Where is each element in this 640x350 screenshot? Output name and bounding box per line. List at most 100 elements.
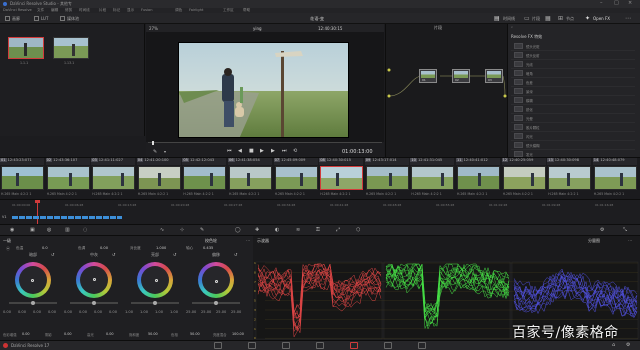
openfx-button[interactable]: Open FX bbox=[593, 16, 610, 21]
nodes-icon[interactable]: ⊞ bbox=[558, 15, 563, 22]
tab-media-pool[interactable]: 媒体池 bbox=[67, 16, 79, 22]
step-forward-icon[interactable]: ▶ bbox=[271, 148, 275, 154]
wheel-value[interactable]: 0.00 bbox=[33, 310, 41, 314]
clip-thumbnail[interactable]: 08 12:40:30:015 H.265 Main 4:2:2 1 bbox=[319, 158, 364, 200]
clip-thumbnail[interactable]: 07 12:45:09:009 H.265 Main 4:2:2 1 bbox=[273, 158, 319, 200]
scope-settings-icon[interactable]: ⚙ bbox=[600, 227, 604, 233]
footer-value[interactable]: 100.00 bbox=[232, 332, 244, 336]
nodes-button[interactable]: 节点 bbox=[566, 16, 574, 22]
clip-thumbnail[interactable]: 01 12:43:23:071 H.265 Main 4:2:2 1 bbox=[0, 158, 45, 200]
qualifier-icon[interactable]: ✎ bbox=[200, 227, 204, 233]
dropdown-icon[interactable]: ▾ bbox=[164, 149, 166, 154]
fx-item[interactable]: 光线 bbox=[511, 60, 635, 69]
contrast-value[interactable]: 1.000 bbox=[156, 246, 166, 250]
loop-icon[interactable]: ⟲ bbox=[293, 148, 297, 154]
media-pool-icon[interactable] bbox=[60, 16, 65, 21]
tracker-icon[interactable]: ✚ bbox=[255, 227, 259, 233]
clip-thumbnail[interactable]: 12 12:40:25:059 H.265 Main 4:2:2 1 bbox=[501, 158, 547, 200]
wheel-master-slider[interactable] bbox=[9, 301, 57, 305]
gallery-icon[interactable] bbox=[5, 16, 10, 21]
reset-icon[interactable]: ↺ bbox=[173, 252, 176, 257]
wheel-value[interactable]: 0.00 bbox=[18, 310, 26, 314]
step-back-icon[interactable]: ◀ bbox=[238, 148, 242, 154]
wheel-center-handle[interactable] bbox=[215, 280, 218, 283]
close-icon[interactable]: × bbox=[628, 0, 632, 6]
clip-thumbnail[interactable]: 05 12:42:12:043 H.265 Main 4:2:2 1 bbox=[182, 158, 227, 200]
cut-page-icon[interactable] bbox=[248, 342, 256, 349]
magic-mask-icon[interactable]: ◐ bbox=[275, 227, 279, 233]
wheel-master-slider[interactable] bbox=[70, 301, 118, 305]
clip-thumbnail[interactable]: 14 12:40:48:079 H.265 Main 4:2:2 1 bbox=[592, 158, 638, 200]
blur-icon[interactable]: ≋ bbox=[296, 227, 300, 233]
gallery-still[interactable] bbox=[53, 37, 89, 59]
reset-icon[interactable]: ↺ bbox=[112, 252, 115, 257]
wheel-value[interactable]: 0.00 bbox=[94, 310, 102, 314]
scrubber-playhead[interactable] bbox=[152, 141, 154, 145]
wheel-center-handle[interactable] bbox=[155, 279, 158, 282]
wheel-value[interactable]: 1.00 bbox=[170, 310, 178, 314]
minimize-icon[interactable]: – bbox=[600, 0, 603, 6]
fairlight-page-icon[interactable] bbox=[384, 342, 392, 349]
fx-item[interactable]: 镜头光斑 bbox=[511, 42, 635, 51]
timeline-video-track[interactable] bbox=[12, 216, 122, 219]
clip-thumbnail[interactable]: 10 12:41:31:045 H.265 Main 4:2:2 1 bbox=[410, 158, 455, 200]
wheels-mode-button[interactable]: 校色轮 bbox=[205, 238, 217, 244]
maximize-icon[interactable]: □ bbox=[614, 0, 619, 6]
gallery-still[interactable] bbox=[8, 37, 44, 59]
fx-item[interactable]: 镜头模糊 bbox=[511, 141, 635, 150]
openfx-icon[interactable]: ✦ bbox=[585, 15, 590, 22]
fx-item[interactable]: 镜头反射 bbox=[511, 51, 635, 60]
edit-page-icon[interactable] bbox=[282, 342, 290, 349]
footer-value[interactable]: 50.00 bbox=[148, 332, 158, 336]
node-editor[interactable]: 片段 01 02 03 bbox=[385, 24, 507, 157]
footer-value[interactable]: 0.00 bbox=[106, 332, 114, 336]
menu-item[interactable]: Fairlight bbox=[189, 8, 203, 12]
sizing-icon[interactable]: ⤢ bbox=[336, 227, 340, 233]
curves-icon[interactable]: ∿ bbox=[160, 227, 164, 233]
slider-handle[interactable] bbox=[92, 301, 96, 305]
wheel-master-slider[interactable] bbox=[192, 301, 240, 305]
clips-button[interactable]: 片段 bbox=[532, 16, 540, 22]
wheel-center-handle[interactable] bbox=[31, 279, 34, 282]
fx-item[interactable]: 锐化 bbox=[511, 105, 635, 114]
footer-value[interactable]: 0.00 bbox=[22, 332, 30, 336]
node-03[interactable]: 03 bbox=[485, 69, 503, 83]
lightbox-icon[interactable]: ▦ bbox=[545, 15, 551, 22]
camera-raw-icon[interactable]: ◉ bbox=[10, 227, 14, 233]
footer-value[interactable]: 50.00 bbox=[190, 332, 200, 336]
wheel-value[interactable]: 25.00 bbox=[186, 310, 196, 314]
menu-item[interactable]: DaVinci Resolve bbox=[3, 8, 32, 12]
menu-item[interactable]: Fusion bbox=[141, 8, 153, 12]
clip-thumbnail[interactable]: 09 12:43:17:014 H.265 Main 4:2:2 1 bbox=[364, 158, 410, 200]
wheel-value[interactable]: 1.00 bbox=[155, 310, 163, 314]
mini-timeline[interactable]: 01:00:00:00 01:00:06:28 01:00:13:28 01:00:2… bbox=[0, 199, 640, 225]
fx-item[interactable]: 模糊 bbox=[511, 96, 635, 105]
stop-icon[interactable]: ■ bbox=[249, 148, 254, 154]
color-match-icon[interactable]: ▣ bbox=[30, 227, 35, 233]
wheels-options-icon[interactable]: ⋯ bbox=[246, 238, 250, 243]
wheel-value[interactable]: 1.00 bbox=[125, 310, 133, 314]
wheel-value[interactable]: 25.00 bbox=[231, 310, 241, 314]
scope-expand-icon[interactable]: ⤡ bbox=[623, 227, 627, 233]
footer-value[interactable]: 0.00 bbox=[64, 332, 72, 336]
fx-item[interactable]: 光晕 bbox=[511, 114, 635, 123]
deliver-page-icon[interactable] bbox=[418, 342, 426, 349]
lut-icon[interactable] bbox=[34, 16, 39, 21]
clip-thumbnail[interactable]: 02 12:43:36:107 H.265 Main 4:2:2 1 bbox=[45, 158, 91, 200]
wheel-value[interactable]: 0.00 bbox=[48, 310, 56, 314]
zoom-level[interactable]: 27% bbox=[149, 26, 158, 31]
tint-value[interactable]: 0.00 bbox=[100, 246, 108, 250]
temp-value[interactable]: 0.0 bbox=[42, 246, 48, 250]
fx-item[interactable]: 闪光 bbox=[511, 132, 635, 141]
motion-effects-icon[interactable]: ◌ bbox=[83, 227, 87, 233]
wheel-center-handle[interactable] bbox=[93, 278, 96, 281]
tab-lut[interactable]: LUT bbox=[41, 16, 48, 21]
wheel-value[interactable]: 0.00 bbox=[3, 310, 11, 314]
go-to-start-icon[interactable]: ⏮ bbox=[227, 148, 232, 154]
wheel-value[interactable]: 25.00 bbox=[216, 310, 226, 314]
color-page-icon[interactable] bbox=[350, 342, 358, 349]
settings-icon[interactable]: ⚙ bbox=[626, 342, 630, 348]
3d-icon[interactable]: ⬡ bbox=[356, 227, 360, 233]
go-to-end-icon[interactable]: ⏭ bbox=[282, 148, 287, 154]
rgb-mixer-icon[interactable]: ▥ bbox=[65, 227, 70, 233]
